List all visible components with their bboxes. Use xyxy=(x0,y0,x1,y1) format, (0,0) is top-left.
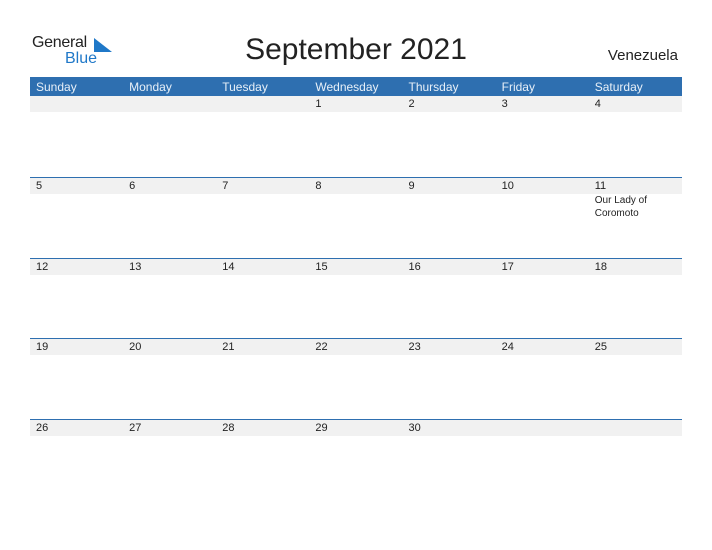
calendar-grid: Sunday Monday Tuesday Wednesday Thursday… xyxy=(30,77,682,499)
day-cell: 15 xyxy=(315,260,328,273)
weekday-wednesday: Wednesday xyxy=(315,80,379,94)
day-cell xyxy=(496,420,589,436)
day-cell: 13 xyxy=(129,260,142,273)
day-cell: 27 xyxy=(129,421,142,434)
day-cell: 16 xyxy=(408,260,421,273)
week-row: 26 27 28 29 30 xyxy=(30,418,682,500)
holiday-event xyxy=(309,194,402,220)
holiday-event: Our Lady of Coromoto xyxy=(594,195,648,219)
week-row: 5 6 7 8 9 10 11 Our Lady of Coromoto xyxy=(30,177,682,258)
weekday-tuesday: Tuesday xyxy=(222,80,268,94)
day-cell: 30 xyxy=(408,421,421,434)
holiday-event xyxy=(403,194,496,220)
day-cell: 24 xyxy=(501,341,514,353)
day-cell: 21 xyxy=(222,341,235,353)
day-cell: 8 xyxy=(315,180,322,192)
weekday-sunday: Sunday xyxy=(36,80,77,94)
day-cell xyxy=(589,420,682,436)
day-cell: 14 xyxy=(222,260,235,273)
week-row: 1 2 3 4 xyxy=(30,96,682,177)
day-cell: 11 xyxy=(594,180,607,192)
day-cell: 28 xyxy=(222,421,235,434)
day-cell: 22 xyxy=(315,341,328,353)
day-cell: 12 xyxy=(36,260,49,273)
day-cell: 17 xyxy=(501,260,514,273)
holiday-event xyxy=(30,194,123,220)
day-number-strip: 5 6 7 8 9 10 11 xyxy=(30,178,682,194)
day-cell xyxy=(30,96,123,112)
day-number-strip: 19 20 21 22 23 24 25 xyxy=(30,339,682,355)
day-cell: 20 xyxy=(129,341,142,353)
weekday-thursday: Thursday xyxy=(408,80,459,94)
day-cell xyxy=(123,96,216,112)
holiday-event xyxy=(216,194,309,220)
day-cell: 9 xyxy=(408,180,415,192)
weekday-friday: Friday xyxy=(501,80,535,94)
weekday-header: Sunday Monday Tuesday Wednesday Thursday… xyxy=(30,77,682,96)
day-cell: 10 xyxy=(501,180,514,192)
weekday-saturday: Saturday xyxy=(594,80,643,94)
day-cell: 4 xyxy=(594,98,601,110)
calendar-title: September 2021 xyxy=(245,33,467,66)
day-cell: 19 xyxy=(36,341,49,353)
day-cell xyxy=(216,96,309,112)
day-cell: 3 xyxy=(501,98,508,110)
day-cell: 7 xyxy=(222,180,229,192)
weekday-monday: Monday xyxy=(129,80,172,94)
day-cell: 26 xyxy=(36,421,49,434)
day-cell: 5 xyxy=(36,180,43,192)
day-cell: 1 xyxy=(315,98,322,110)
day-cell: 23 xyxy=(408,341,421,353)
week-row: 12 13 14 15 16 17 18 xyxy=(30,257,682,339)
events-row: Our Lady of Coromoto xyxy=(30,194,682,220)
day-cell: 18 xyxy=(594,260,607,273)
weeks-container: 1 2 3 4 5 6 7 8 9 10 11 Our Lady of Coromoto 12 13 14 1… xyxy=(30,96,682,499)
week-row: 19 20 21 22 23 24 25 xyxy=(30,338,682,419)
day-cell: 25 xyxy=(594,341,607,353)
day-cell: 6 xyxy=(129,180,136,192)
day-number-strip: 1 2 3 4 xyxy=(30,96,682,112)
holiday-event xyxy=(123,194,216,220)
day-cell: 29 xyxy=(315,421,328,434)
day-cell: 2 xyxy=(408,98,415,110)
day-number-strip: 26 27 28 29 30 xyxy=(30,419,682,436)
day-number-strip: 12 13 14 15 16 17 18 xyxy=(30,258,682,275)
country-label: Venezuela xyxy=(607,47,678,64)
holiday-event xyxy=(496,194,589,220)
